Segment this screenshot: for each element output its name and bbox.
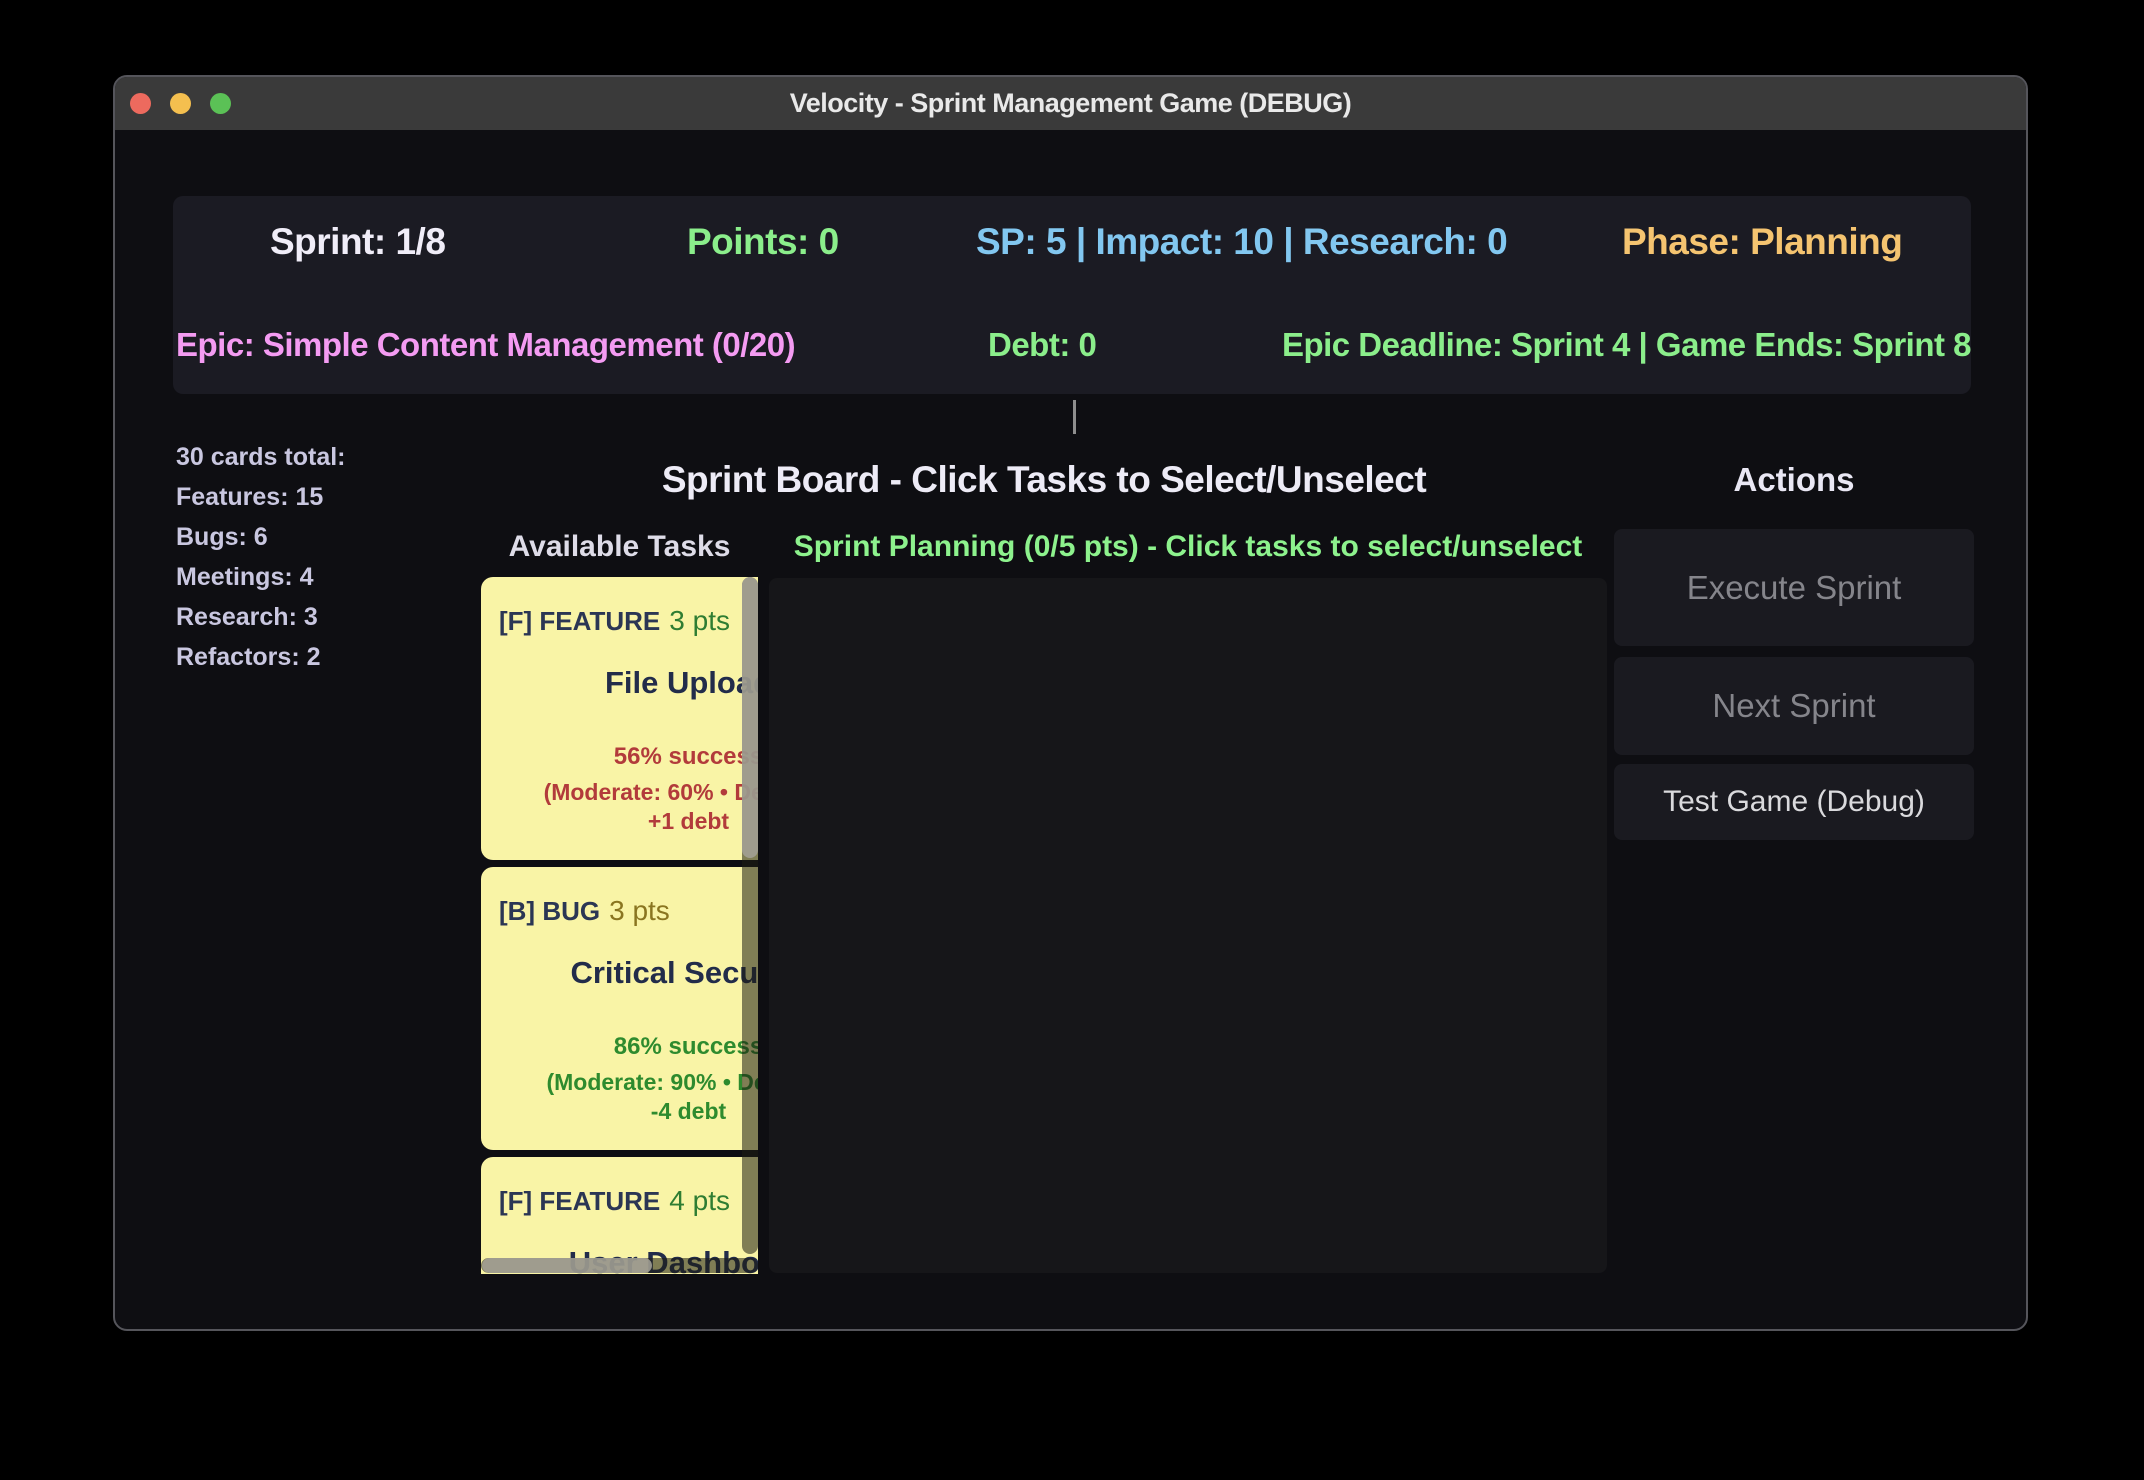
vertical-scrollbar-thumb[interactable] bbox=[742, 577, 758, 858]
card-success-rate: 56% success bbox=[481, 743, 758, 771]
close-window-icon[interactable] bbox=[130, 93, 151, 114]
window-title: Velocity - Sprint Management Game (DEBUG… bbox=[790, 88, 1352, 119]
minimize-window-icon[interactable] bbox=[170, 93, 191, 114]
card-header: [F] FEATURE 4 pts bbox=[499, 1185, 730, 1217]
available-tasks-column: [F] FEATURE 3 pts File Upload 56% success… bbox=[481, 577, 758, 1274]
card-header: [F] FEATURE 3 pts bbox=[499, 605, 730, 637]
card-success-rate: 86% success bbox=[481, 1033, 758, 1061]
sprint-planning-dropzone[interactable] bbox=[769, 578, 1607, 1273]
next-sprint-button[interactable]: Next Sprint bbox=[1614, 657, 1974, 755]
debt-counter: Debt: 0 bbox=[988, 326, 1096, 364]
test-game-debug-button[interactable]: Test Game (Debug) bbox=[1614, 764, 1974, 840]
horizontal-scrollbar-thumb[interactable] bbox=[482, 1258, 652, 1273]
resources-counter: SP: 5 | Impact: 10 | Research: 0 bbox=[976, 221, 1507, 263]
title-bar[interactable]: Velocity - Sprint Management Game (DEBUG… bbox=[115, 77, 2026, 130]
cursor-tick bbox=[1073, 400, 1076, 434]
available-tasks-header: Available Tasks bbox=[481, 529, 758, 565]
stats-panel: Sprint: 1/8 Points: 0 SP: 5 | Impact: 10… bbox=[173, 196, 1971, 394]
card-points: 4 pts bbox=[669, 1185, 730, 1216]
deck-meetings-count: Meetings: 4 bbox=[176, 557, 346, 597]
card-title: Critical Security bbox=[481, 955, 758, 991]
deadline-label: Epic Deadline: Sprint 4 | Game Ends: Spr… bbox=[1282, 326, 1971, 364]
card-title: File Upload bbox=[481, 665, 758, 701]
deck-refactors-count: Refactors: 2 bbox=[176, 637, 346, 677]
app-window: Velocity - Sprint Management Game (DEBUG… bbox=[113, 75, 2028, 1331]
deck-bugs-count: Bugs: 6 bbox=[176, 517, 346, 557]
card-debt-effect: +1 debt bbox=[481, 808, 758, 835]
phase-label: Phase: Planning bbox=[1622, 221, 1902, 263]
epic-progress: Epic: Simple Content Management (0/20) bbox=[176, 326, 795, 364]
card-points: 3 pts bbox=[669, 605, 730, 636]
task-card-user-dashboard[interactable]: [F] FEATURE4 pts User Dashboard bbox=[481, 1157, 758, 1274]
deck-research-count: Research: 3 bbox=[176, 597, 346, 637]
card-type-tag: [B] BUG bbox=[499, 896, 600, 926]
sprint-planning-header: Sprint Planning (0/5 pts) - Click tasks … bbox=[769, 529, 1607, 565]
board-title: Sprint Board - Click Tasks to Select/Uns… bbox=[481, 460, 1607, 500]
task-card-file-upload[interactable]: [F] FEATURE 3 pts File Upload 56% success… bbox=[481, 577, 758, 860]
deck-features-count: Features: 15 bbox=[176, 477, 346, 517]
card-points: 3 pts bbox=[609, 895, 670, 926]
card-debt-effect: -4 debt bbox=[481, 1098, 758, 1125]
points-counter: Points: 0 bbox=[687, 221, 839, 263]
execute-sprint-button[interactable]: Execute Sprint bbox=[1614, 529, 1974, 646]
card-risk-detail: (Moderate: 90% • Debt: -4) bbox=[481, 1069, 758, 1096]
task-card-critical-security[interactable]: [B] BUG 3 pts Critical Security 86% succe… bbox=[481, 867, 758, 1150]
card-type-tag: [F] FEATURE bbox=[499, 606, 660, 636]
actions-header: Actions bbox=[1614, 460, 1974, 500]
deck-summary: 30 cards total: Features: 15 Bugs: 6 Mee… bbox=[176, 437, 346, 677]
card-risk-detail: (Moderate: 60% • Debt: +1) bbox=[481, 779, 758, 806]
maximize-window-icon[interactable] bbox=[210, 93, 231, 114]
sprint-counter: Sprint: 1/8 bbox=[270, 221, 445, 263]
deck-total-label: 30 cards total: bbox=[176, 437, 346, 477]
card-type-tag: [F] FEATURE bbox=[499, 1186, 660, 1216]
card-header: [B] BUG 3 pts bbox=[499, 895, 670, 927]
